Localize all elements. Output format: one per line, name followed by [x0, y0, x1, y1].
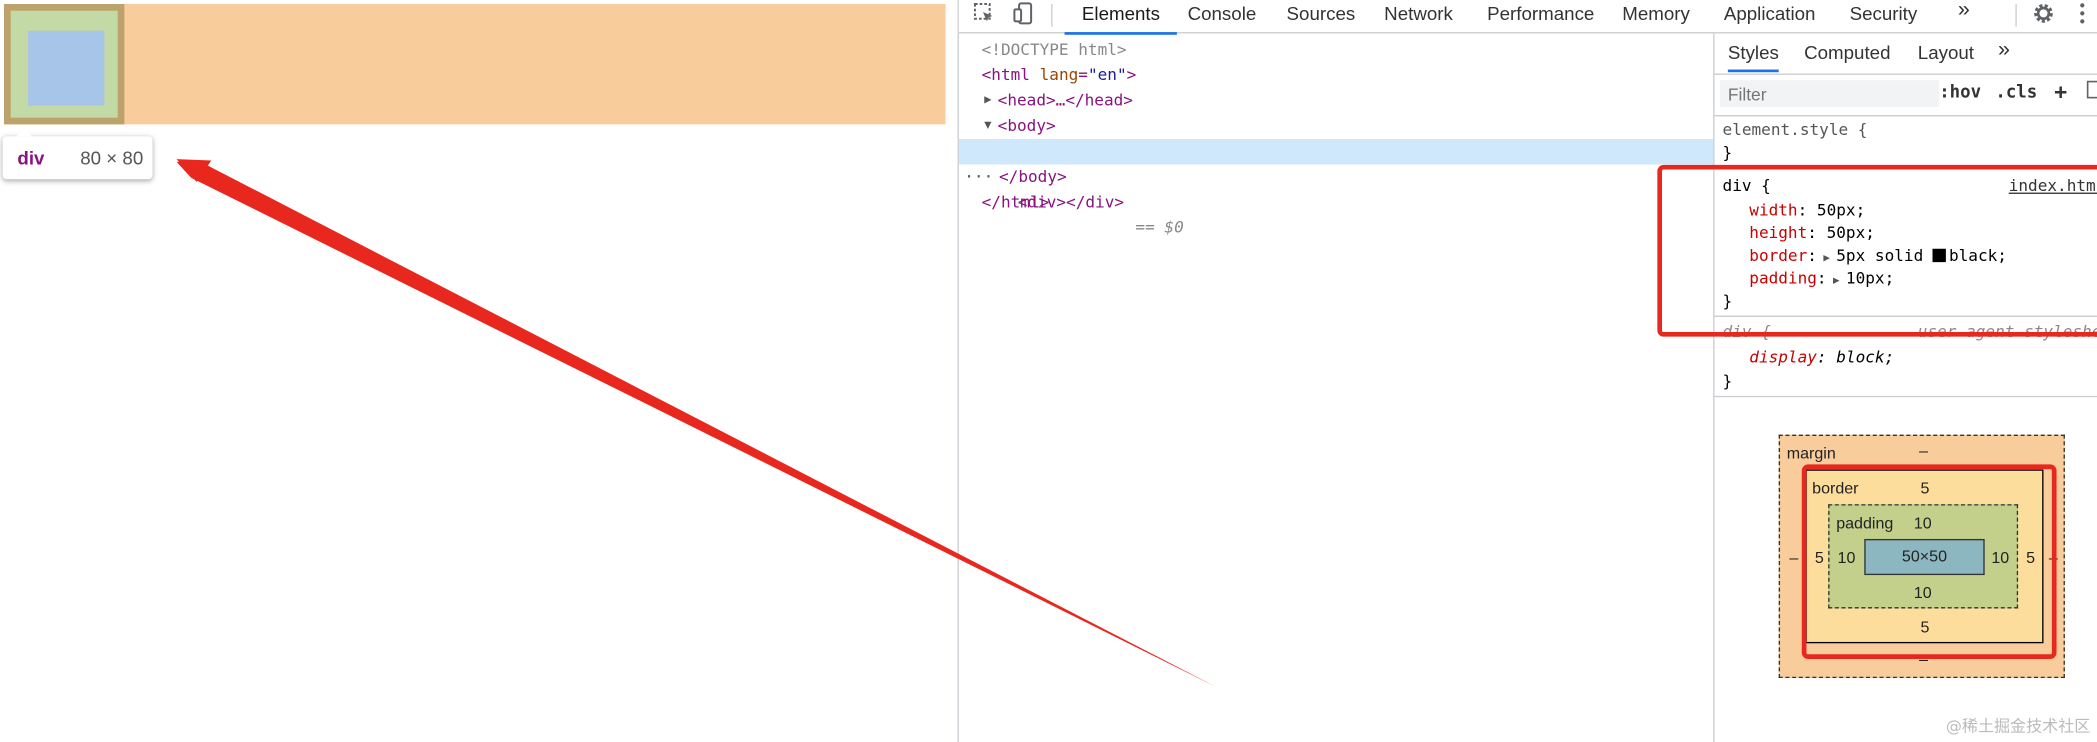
watermark-text: @稀土掘金技术社区	[1945, 716, 2091, 736]
rule-divider	[1714, 315, 2097, 317]
tab-styles[interactable]: Styles	[1727, 41, 1779, 73]
tab-console[interactable]: Console	[1188, 3, 1257, 32]
toolbar-divider	[1051, 4, 1053, 27]
sidebar-tabbar: Styles Computed Layout »	[1714, 33, 2097, 75]
inspect-element-icon[interactable]	[971, 1, 998, 28]
device-toolbar-icon[interactable]	[1011, 1, 1038, 28]
tab-layout[interactable]: Layout	[1918, 41, 1974, 62]
padding-right-value[interactable]: 10	[1991, 548, 2009, 567]
box-model-padding[interactable]: padding 10 10 10 10 50×50	[1828, 504, 2019, 609]
decl-height[interactable]: height: 50px;	[1749, 222, 1875, 245]
dom-tree: <!DOCTYPE html> <html lang="en"> ▶ <head…	[958, 33, 1714, 742]
dom-node-div-selected[interactable]: ··· <div></div> == $0	[958, 139, 1714, 237]
node-actions-dots-icon[interactable]: ···	[964, 164, 993, 189]
padding-bottom-value[interactable]: 10	[1914, 583, 1932, 602]
rule-source-link[interactable]: index.html	[2009, 175, 2097, 198]
tooltip-tag: div	[17, 147, 45, 169]
tooltip-arrow	[16, 128, 33, 137]
body-open-text: <body>	[997, 116, 1056, 136]
border-top-value[interactable]: 5	[1920, 479, 1929, 498]
dom-node-doctype[interactable]: <!DOCTYPE html>	[982, 37, 1127, 62]
margin-left-value[interactable]: –	[1789, 548, 1798, 567]
page-viewport: div 80 × 80	[0, 0, 958, 742]
styles-filter-input[interactable]	[1719, 80, 1940, 107]
doctype-text: <!DOCTYPE html>	[981, 40, 1127, 59]
rule-divider	[1714, 167, 2097, 169]
dom-node-body[interactable]: <body>	[998, 114, 1056, 139]
dom-node-html-close[interactable]: </html>	[982, 190, 1050, 215]
inspected-div-border-highlight[interactable]	[4, 4, 125, 125]
tab-performance[interactable]: Performance	[1487, 3, 1594, 32]
devtools-tabbar: Elements Console Sources Network Perform…	[958, 0, 2097, 35]
expand-triangle-icon[interactable]: ▶	[984, 94, 991, 107]
margin-highlight	[4, 4, 946, 125]
padding-top-value[interactable]: 10	[1914, 514, 1932, 533]
padding-left-value[interactable]: 10	[1838, 548, 1856, 567]
toggle-sidebar-icon[interactable]	[2086, 80, 2097, 104]
screenshot-stage: div 80 × 80 Elements Console Sources Net…	[0, 0, 2097, 742]
border-label: border	[1812, 478, 1859, 498]
hover-state-toggle[interactable]: :hov	[1939, 83, 1981, 103]
selected-marker: == $0	[1135, 217, 1184, 237]
tab-security[interactable]: Security	[1850, 3, 1918, 32]
class-toggle[interactable]: .cls	[1995, 83, 2037, 103]
ua-rule-close: }	[1722, 371, 1733, 391]
box-model-border[interactable]: border 5 5 5 5 padding 10 10 10 10 50×50	[1805, 469, 2044, 644]
decl-width[interactable]: width: 50px;	[1749, 199, 1865, 222]
more-tabs-button[interactable]: »	[1958, 0, 1970, 29]
ua-rule-selector: div {	[1722, 322, 1771, 342]
settings-gear-icon[interactable]	[2030, 1, 2057, 28]
element-style-close: }	[1722, 143, 1733, 162]
padding-label: padding	[1836, 513, 1894, 533]
box-model-margin[interactable]: margin – – – – border 5 5 5 5 padding 10…	[1778, 434, 2065, 679]
tooltip-size: 80 × 80	[80, 147, 144, 169]
rule-divider	[1714, 395, 2097, 398]
toolbar-divider	[2015, 4, 2017, 27]
html-close-text: </html>	[981, 192, 1050, 212]
decl-padding[interactable]: padding: ▶ 10px;	[1749, 267, 1894, 290]
ua-rule-source: user agent stylesheet	[1917, 322, 2097, 342]
devtools-panel: Elements Console Sources Network Perform…	[957, 0, 2097, 742]
more-sidebar-tabs-button[interactable]: »	[1998, 39, 2010, 63]
border-bottom-value[interactable]: 5	[1920, 618, 1929, 637]
body-close-text: </body>	[999, 167, 1067, 186]
html-attr-value: "en"	[1087, 65, 1127, 85]
margin-right-value[interactable]: –	[2049, 548, 2058, 567]
styles-filter-row: :hov .cls +	[1714, 75, 2097, 117]
tab-sources[interactable]: Sources	[1287, 3, 1356, 32]
border-right-value[interactable]: 5	[2026, 548, 2035, 567]
box-model-content[interactable]: 50×50	[1864, 538, 1985, 576]
tab-elements[interactable]: Elements	[1064, 3, 1178, 35]
margin-top-value[interactable]: –	[1919, 441, 1928, 460]
kebab-menu-icon[interactable]	[2069, 1, 2096, 28]
collapse-triangle-icon[interactable]: ▼	[984, 119, 991, 132]
margin-label: margin	[1786, 444, 1836, 463]
decl-display: display: block;	[1749, 347, 1895, 367]
tab-computed[interactable]: Computed	[1804, 41, 1890, 62]
content-highlight	[28, 30, 105, 106]
element-style-selector: element.style {	[1722, 120, 1868, 140]
dom-node-head[interactable]: <head>…</head>	[998, 88, 1133, 113]
decl-border[interactable]: border: ▶ 5px solid black;	[1749, 245, 2007, 268]
html-attr-name: lang	[1039, 65, 1079, 85]
dom-node-html[interactable]: <html lang="en">	[982, 63, 1137, 88]
border-left-value[interactable]: 5	[1815, 548, 1824, 567]
div-rule-close: }	[1722, 291, 1733, 311]
new-rule-plus-icon[interactable]: +	[2054, 79, 2067, 104]
dom-node-body-close[interactable]: </body>	[999, 164, 1067, 189]
inspector-tooltip: div 80 × 80	[2, 128, 153, 180]
tab-memory[interactable]: Memory	[1622, 3, 1690, 32]
margin-bottom-value[interactable]: –	[1919, 650, 1928, 669]
html-tag-name: html	[991, 65, 1030, 85]
color-swatch-black[interactable]	[1932, 248, 1947, 263]
div-rule-selector: div {	[1722, 176, 1771, 196]
head-node-text: <head>…</head>	[997, 90, 1133, 110]
tab-application[interactable]: Application	[1724, 3, 1816, 32]
tab-network[interactable]: Network	[1384, 3, 1453, 32]
styles-sidebar: Styles Computed Layout » :hov .cls + ele…	[1713, 33, 2097, 742]
